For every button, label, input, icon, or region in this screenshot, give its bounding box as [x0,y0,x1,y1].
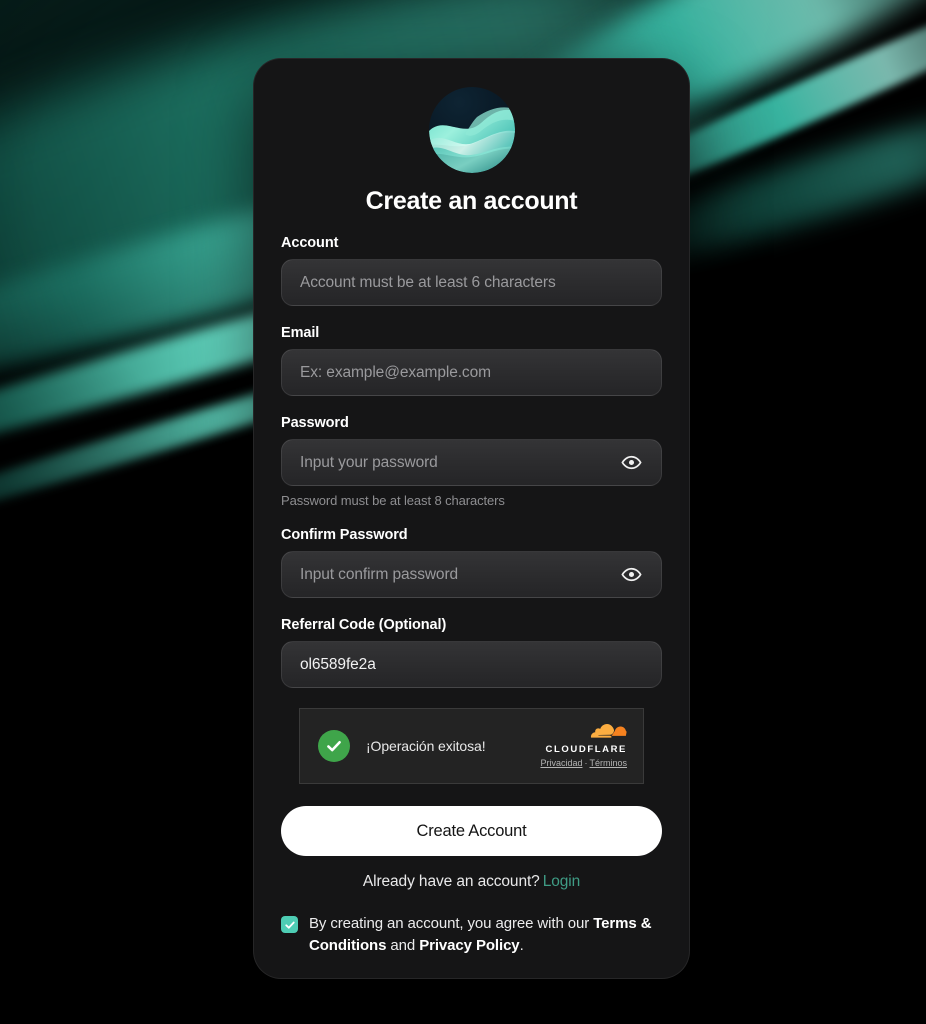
privacy-policy-link[interactable]: Privacy Policy [419,937,519,954]
terms-text: By creating an account, you agree with o… [309,913,662,957]
password-input[interactable]: Input your password [281,439,662,486]
account-input-placeholder: Account must be at least 6 characters [300,273,556,291]
password-label: Password [281,415,349,431]
terms-checkbox[interactable] [281,916,298,933]
account-label: Account [281,235,339,251]
terms-conjunction: and [390,937,416,955]
password-helper-text: Password must be at least 8 characters [281,493,505,508]
cloudflare-brand: CLOUDFLARE Privacidad · Términos [540,724,627,768]
signup-page: Create an account Account Account must b… [0,0,926,1024]
account-input[interactable]: Account must be at least 6 characters [281,259,662,306]
field-password: Password Input your password Password mu… [281,415,662,508]
cloudflare-turnstile-widget[interactable]: ¡Operación exitosa! CLOUDFLARE Privacida… [299,708,644,784]
password-input-placeholder: Input your password [300,453,438,471]
green-check-circle-icon [318,730,350,762]
field-account: Account Account must be at least 6 chara… [281,235,662,306]
captcha-container: ¡Operación exitosa! CLOUDFLARE Privacida… [281,708,662,784]
captcha-links: Privacidad · Términos [540,758,627,768]
cloudflare-cloud-icon [540,724,627,743]
email-label: Email [281,325,320,341]
captcha-status-text: ¡Operación exitosa! [366,738,486,754]
captcha-terms-link[interactable]: Términos [589,758,627,768]
referral-code-value: ol6589fe2a [300,655,376,673]
login-prompt-row: Already have an account? Login [281,873,662,891]
eye-icon[interactable] [619,563,643,587]
field-confirm-password: Confirm Password Input confirm password [281,527,662,598]
create-account-button[interactable]: Create Account [281,806,662,856]
logo-container [281,59,662,173]
confirm-password-input[interactable]: Input confirm password [281,551,662,598]
confirm-password-label: Confirm Password [281,527,408,543]
terms-prefix: By creating an account, you agree with o… [309,915,590,932]
eye-icon[interactable] [619,451,643,475]
captcha-privacy-link[interactable]: Privacidad [540,758,582,768]
login-prompt-text: Already have an account? [362,873,540,890]
page-title: Create an account [365,187,578,215]
email-input[interactable]: Ex: example@example.com [281,349,662,396]
field-referral-code: Referral Code (Optional) ol6589fe2a [281,617,662,688]
wave-orb-logo-icon [428,87,515,173]
field-email: Email Ex: example@example.com [281,325,662,396]
referral-code-label: Referral Code (Optional) [281,617,447,633]
cloudflare-wordmark: CLOUDFLARE [545,744,627,755]
confirm-password-input-placeholder: Input confirm password [300,565,459,583]
email-input-placeholder: Ex: example@example.com [300,363,491,381]
captcha-link-separator: · [584,758,588,768]
login-link[interactable]: Login [543,873,581,890]
referral-code-input[interactable]: ol6589fe2a [281,641,662,688]
terms-period: . [519,937,524,955]
signup-card: Create an account Account Account must b… [253,58,690,979]
terms-agreement-row: By creating an account, you agree with o… [281,913,662,957]
